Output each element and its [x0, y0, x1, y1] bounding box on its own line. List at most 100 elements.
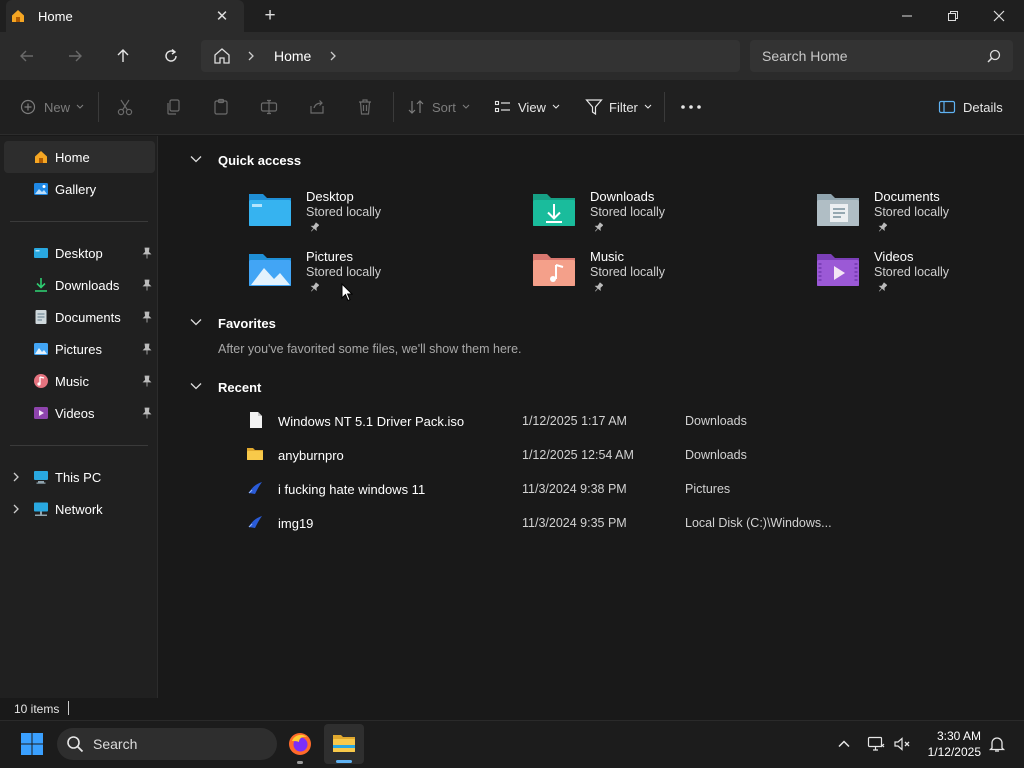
chevron-right-icon[interactable]: [11, 503, 21, 515]
arrow-left-icon: [20, 50, 33, 62]
arrow-right-icon: [69, 50, 82, 62]
pin-icon[interactable]: [142, 311, 152, 323]
restore-icon: [948, 11, 958, 21]
divider: [664, 92, 665, 122]
desktop-folder-icon[interactable]: [248, 191, 292, 227]
firefox-icon[interactable]: [288, 732, 312, 756]
pin-icon: [310, 222, 319, 232]
taskbar-search[interactable]: [57, 728, 277, 760]
pin-icon: [594, 222, 603, 232]
quick-access-status: Stored locally: [874, 265, 950, 279]
pictures-folder-icon[interactable]: [248, 251, 292, 287]
file-icon: [250, 412, 262, 428]
pin-icon[interactable]: [142, 247, 152, 259]
recent-file-name: i fucking hate windows 11: [278, 482, 426, 497]
minimize-button[interactable]: [884, 0, 930, 32]
up-button[interactable]: [111, 44, 135, 68]
chevron-up-icon[interactable]: [836, 736, 852, 752]
paste-icon[interactable]: [211, 97, 231, 117]
close-tab-icon[interactable]: ✕: [212, 6, 232, 26]
divider: [10, 221, 148, 222]
running-indicator: [297, 761, 303, 764]
search-icon[interactable]: [986, 48, 1002, 64]
delete-icon[interactable]: [355, 97, 375, 117]
pin-icon[interactable]: [142, 407, 152, 419]
copy-icon[interactable]: [163, 97, 183, 117]
filter-icon: [585, 99, 603, 116]
quick-access-status: Stored locally: [306, 265, 382, 279]
divider: [68, 701, 69, 715]
more-icon: [681, 105, 701, 109]
chevron-right-icon[interactable]: [246, 48, 258, 64]
restore-button[interactable]: [930, 0, 976, 32]
tab-title: Home: [38, 9, 73, 24]
section-title-recent[interactable]: Recent: [218, 380, 261, 395]
chevron-right-icon[interactable]: [11, 471, 21, 483]
quick-access-name[interactable]: Downloads: [590, 189, 654, 204]
refresh-button[interactable]: [159, 44, 183, 68]
rename-icon[interactable]: [259, 97, 279, 117]
pin-icon: [878, 282, 887, 292]
close-window-button[interactable]: [976, 0, 1022, 32]
chevron-down-icon[interactable]: [189, 152, 203, 166]
chevron-down-icon[interactable]: [189, 315, 203, 329]
quick-access-name[interactable]: Pictures: [306, 249, 353, 264]
volume-muted-icon[interactable]: [893, 735, 911, 753]
quick-access-name[interactable]: Music: [590, 249, 624, 264]
chevron-down-icon[interactable]: [189, 379, 203, 393]
breadcrumb-home[interactable]: Home: [274, 48, 311, 64]
file-explorer-icon: [333, 735, 355, 752]
search-input[interactable]: [762, 47, 972, 65]
pin-icon[interactable]: [142, 343, 152, 355]
documents-folder-icon[interactable]: [816, 191, 860, 227]
gallery-icon: [34, 183, 48, 195]
clock-time[interactable]: 3:30 AM: [925, 729, 981, 743]
documents-folder-icon: [35, 310, 47, 324]
image-file-icon: [248, 482, 262, 494]
details-button[interactable]: Details: [938, 95, 1003, 119]
network-icon: [34, 502, 48, 516]
back-button[interactable]: [15, 44, 39, 68]
recent-file-location: Pictures: [685, 482, 731, 496]
videos-folder-icon[interactable]: [816, 251, 860, 287]
music-folder-icon: [34, 374, 48, 388]
forward-button[interactable]: [63, 44, 87, 68]
sidebar-item-label: Gallery: [55, 182, 97, 197]
desktop-folder-icon: [34, 248, 48, 258]
search-icon: [67, 736, 84, 753]
details-pane-icon: [938, 100, 956, 114]
chevron-down-icon: [644, 104, 652, 109]
filter-button[interactable]: Filter: [585, 95, 653, 119]
quick-access-name[interactable]: Documents: [874, 189, 940, 204]
more-options-button[interactable]: [680, 95, 702, 119]
view-button[interactable]: View: [494, 95, 561, 119]
chevron-right-icon[interactable]: [328, 48, 340, 64]
cut-icon[interactable]: [115, 97, 135, 117]
new-button[interactable]: New: [20, 95, 85, 119]
new-tab-button[interactable]: +: [258, 5, 282, 27]
quick-access-status: Stored locally: [590, 265, 666, 279]
quick-access-name[interactable]: Desktop: [306, 189, 354, 204]
clock-date[interactable]: 1/12/2025: [915, 745, 981, 759]
section-title-favorites[interactable]: Favorites: [218, 316, 276, 331]
quick-access-name[interactable]: Videos: [874, 249, 914, 264]
item-count: 10 items: [14, 702, 60, 716]
pin-icon[interactable]: [142, 375, 152, 387]
downloads-folder-icon[interactable]: [532, 191, 576, 227]
pictures-folder-icon: [34, 343, 48, 355]
home-icon[interactable]: [212, 47, 232, 65]
view-label: View: [518, 99, 546, 115]
share-icon[interactable]: [307, 97, 327, 117]
chevron-down-icon: [552, 104, 560, 109]
music-folder-icon[interactable]: [532, 251, 576, 287]
sort-button[interactable]: Sort: [407, 95, 471, 119]
quick-access-status: Stored locally: [306, 205, 382, 219]
windows-start-icon[interactable]: [20, 732, 44, 756]
recent-file-location: Downloads: [685, 448, 747, 462]
recent-file-date: 11/3/2024 9:35 PM: [522, 516, 627, 530]
pin-icon[interactable]: [142, 279, 152, 291]
arrow-up-icon: [117, 49, 129, 62]
network-status-icon[interactable]: [867, 735, 885, 753]
notification-bell-icon[interactable]: [988, 735, 1006, 753]
section-title-quick-access[interactable]: Quick access: [218, 153, 301, 168]
